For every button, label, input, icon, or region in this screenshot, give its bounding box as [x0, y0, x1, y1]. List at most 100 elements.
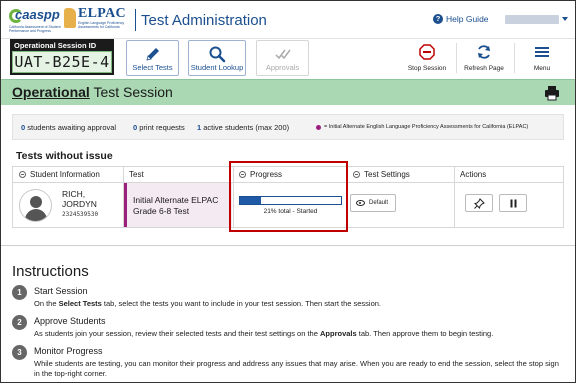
- refresh-icon: [478, 45, 490, 59]
- stop-session-button[interactable]: Stop Session: [400, 39, 454, 77]
- section-title: Tests without issue: [16, 150, 113, 162]
- test-name-cell: Initial Alternate ELPAC Grade 6-8 Test: [124, 183, 232, 227]
- help-guide-link[interactable]: ? Help Guide: [433, 14, 489, 24]
- col-header-label: Actions: [460, 170, 487, 179]
- active-students-count: 1: [197, 123, 202, 132]
- test-name-line2: Grade 6-8 Test: [133, 206, 190, 216]
- select-tests-label: Select Tests: [132, 63, 173, 72]
- session-id-value: UAT-B25E-4: [12, 51, 112, 73]
- step-text: As students join your session, review th…: [34, 329, 320, 338]
- student-ssid: 2324539530: [62, 211, 99, 218]
- session-stats: 0 students awaiting approval 0 print req…: [12, 114, 564, 140]
- col-header-label: Test Settings: [364, 170, 410, 179]
- pause-icon: [510, 199, 517, 208]
- student-avatar-icon: [19, 189, 52, 222]
- student-lookup-button[interactable]: Student Lookup: [188, 40, 246, 76]
- instructions-title: Instructions: [12, 263, 89, 280]
- active-students-label: active students (max 200): [203, 123, 290, 132]
- hamburger-menu-icon: [535, 47, 549, 57]
- chevron-down-icon[interactable]: [562, 17, 568, 21]
- top-header: caaspp California Assessment of Student …: [1, 1, 575, 39]
- stop-sign-icon: [419, 44, 435, 60]
- printer-icon[interactable]: [544, 85, 560, 101]
- app-title: Test Administration: [141, 12, 267, 29]
- pause-button[interactable]: [499, 194, 527, 212]
- caaspp-tagline: California Assessment of Student Perform…: [9, 25, 61, 33]
- pin-button[interactable]: [465, 194, 493, 212]
- step-number: 3: [12, 345, 27, 360]
- sort-icon[interactable]: [19, 171, 26, 178]
- awaiting-approval-label: students awaiting approval: [27, 123, 117, 132]
- print-requests-label: print requests: [139, 123, 185, 132]
- session-id-box: Operational Session ID UAT-B25E-4: [10, 39, 114, 75]
- view-settings-button[interactable]: Default: [350, 194, 396, 212]
- approvals-button[interactable]: Approvals: [256, 40, 309, 76]
- step-description: On the Select Tests tab, select the test…: [34, 299, 559, 309]
- step-text: tab, select the tests you want to includ…: [101, 299, 382, 308]
- session-banner: Operational Test Session: [1, 79, 575, 105]
- print-requests-stat: 0 print requests: [133, 123, 185, 132]
- california-bear-icon: [64, 8, 76, 28]
- approvals-tab-ref: Approvals: [319, 329, 357, 338]
- active-students-stat: 1 active students (max 200): [197, 123, 289, 132]
- session-id-label: Operational Session ID: [14, 41, 97, 50]
- step-heading: Start Session: [34, 286, 88, 296]
- column-divider: [454, 167, 455, 227]
- awaiting-approval-stat: 0 students awaiting approval: [21, 123, 116, 132]
- select-tests-tab-ref: Select Tests: [58, 299, 102, 308]
- session-toolbar: Operational Session ID UAT-B25E-4 Select…: [1, 39, 575, 79]
- select-tests-button[interactable]: Select Tests: [126, 40, 179, 76]
- refresh-page-label: Refresh Page: [464, 65, 504, 72]
- session-type-title: Operational Test Session: [12, 84, 173, 100]
- settings-label: Default: [369, 200, 389, 206]
- refresh-page-button[interactable]: Refresh Page: [457, 39, 511, 77]
- header-divider: [135, 9, 136, 31]
- step-heading: Approve Students: [34, 316, 106, 326]
- avatar-head: [30, 196, 42, 208]
- student-lookup-label: Student Lookup: [190, 63, 244, 72]
- sort-icon[interactable]: [353, 171, 360, 178]
- menu-button[interactable]: Menu: [515, 39, 569, 77]
- test-name: Initial Alternate ELPAC Grade 6-8 Test: [133, 195, 218, 217]
- caaspp-logo[interactable]: caaspp California Assessment of Student …: [9, 7, 61, 35]
- col-header-student-info[interactable]: Student Information: [13, 167, 123, 183]
- step-description: As students join your session, review th…: [34, 329, 559, 339]
- pushpin-icon: [474, 198, 485, 209]
- avatar-body: [25, 209, 47, 221]
- step-text: On the: [34, 299, 59, 308]
- pencil-icon: [145, 48, 159, 61]
- step-text: While students are testing, you can moni…: [34, 359, 559, 378]
- print-requests-count: 0: [133, 123, 138, 132]
- stop-session-label: Stop Session: [407, 65, 447, 72]
- col-header-label: Test: [129, 170, 144, 179]
- elpac-wordmark: ELPAC: [78, 6, 126, 21]
- step-heading: Monitor Progress: [34, 346, 103, 356]
- legend-dot-icon: [316, 125, 321, 130]
- progress-highlight-box: [229, 161, 348, 232]
- help-guide-label: Help Guide: [446, 14, 489, 24]
- session-type-rest: Test Session: [93, 84, 173, 100]
- test-name-line1: Initial Alternate ELPAC: [133, 195, 219, 205]
- menu-label: Menu: [533, 65, 551, 72]
- col-header-label: Student Information: [30, 170, 100, 179]
- magnifier-icon: [209, 46, 226, 63]
- elpac-logo[interactable]: ELPAC English Language Proficiency Asses…: [64, 6, 134, 34]
- question-circle-icon: ?: [433, 14, 443, 24]
- session-type-emphasis: Operational: [12, 84, 90, 100]
- caaspp-wordmark: caaspp: [15, 7, 60, 22]
- awaiting-approval-count: 0: [21, 123, 26, 132]
- col-header-test-settings[interactable]: Test Settings: [347, 167, 454, 183]
- step-number: 1: [12, 285, 27, 300]
- app-frame: caaspp California Assessment of Student …: [0, 0, 576, 383]
- legend-text: = Initial Alternate English Language Pro…: [324, 124, 529, 130]
- section-divider: [1, 245, 575, 246]
- double-check-icon: [274, 49, 291, 60]
- step-number: 2: [12, 315, 27, 330]
- student-first-name: JORDYN: [62, 199, 97, 209]
- user-menu[interactable]: [505, 15, 559, 24]
- col-header-test[interactable]: Test: [123, 167, 233, 183]
- eye-icon: [356, 200, 365, 206]
- student-name: RICH, JORDYN: [62, 189, 97, 209]
- elpac-tagline: English Language Proficiency Assessments…: [78, 21, 125, 29]
- student-last-name: RICH,: [62, 189, 86, 199]
